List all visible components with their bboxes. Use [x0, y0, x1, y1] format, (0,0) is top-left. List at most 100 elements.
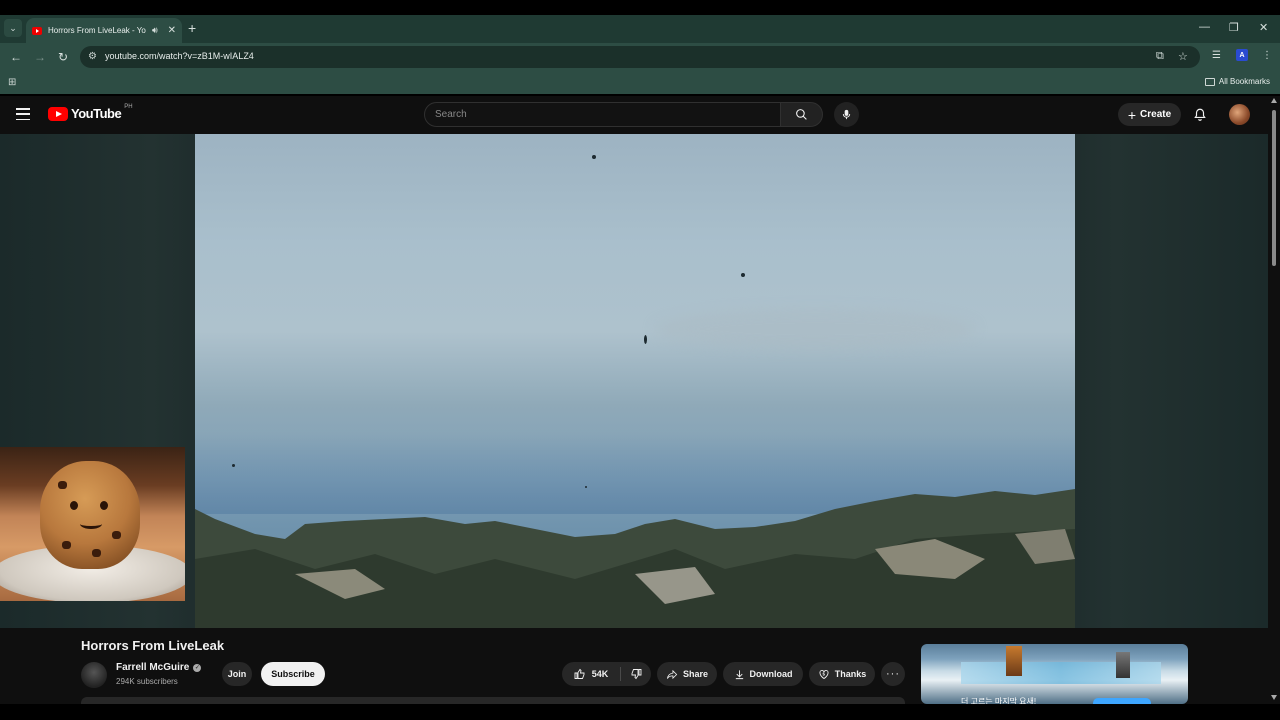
download-label: Download	[749, 669, 793, 679]
hamburger-icon[interactable]	[16, 108, 30, 120]
subscribe-button[interactable]: Subscribe	[261, 662, 325, 686]
video-frame-hills	[195, 489, 1075, 628]
share-label: Share	[682, 669, 708, 679]
audio-icon[interactable]: 🔊︎	[152, 25, 158, 36]
reload-icon[interactable]: ↻	[58, 50, 68, 64]
dislike-button[interactable]	[621, 662, 651, 686]
screen-top-edge	[0, 0, 1280, 15]
restore-icon[interactable]: ❐	[1229, 21, 1239, 34]
share-icon	[666, 669, 678, 679]
like-icon	[574, 668, 585, 679]
youtube-masthead: YouTube PH + Create	[0, 96, 1268, 134]
video-title: Horrors From LiveLeak	[81, 638, 225, 653]
cookie-chip	[58, 481, 67, 489]
minimize-icon[interactable]: —	[1199, 21, 1210, 33]
subscriber-count: 294K subscribers	[116, 677, 178, 686]
youtube-logo[interactable]: YouTube PH	[48, 103, 133, 121]
search-box	[424, 102, 781, 127]
site-info-icon[interactable]: ⚙︎	[88, 51, 100, 63]
download-button[interactable]: Download	[723, 662, 803, 686]
search-input[interactable]	[425, 103, 780, 126]
bell-icon[interactable]	[1193, 107, 1207, 127]
install-icon[interactable]: ⧉	[1156, 50, 1164, 63]
mic-icon	[842, 109, 851, 120]
folder-icon	[1204, 77, 1215, 86]
search-icon	[796, 109, 807, 120]
extension-icon[interactable]: A	[1236, 49, 1248, 61]
cookie-chip	[112, 531, 121, 539]
all-bookmarks-button[interactable]: All Bookmarks	[1204, 77, 1270, 86]
video-frame-haze	[655, 309, 975, 349]
cookie-chip	[92, 549, 101, 557]
cookie-mouth	[80, 519, 102, 529]
star-icon[interactable]: ☆	[1178, 50, 1188, 63]
omnibox[interactable]: ⚙︎ youtube.com/watch?v=zB1M-wIALZ4 ⧉ ☆	[80, 46, 1200, 68]
video-speck	[741, 273, 745, 277]
cookie-character-image	[40, 461, 140, 569]
close-icon[interactable]: ✕	[168, 25, 176, 36]
voice-search-button[interactable]	[834, 102, 859, 127]
new-tab-plus-icon[interactable]: +	[188, 20, 196, 36]
ad-image-tower	[1006, 646, 1022, 676]
thanks-icon: $	[819, 670, 829, 680]
apps-icon[interactable]: ⊞	[8, 77, 16, 88]
page-scrollbar[interactable]	[1268, 96, 1280, 704]
video-player[interactable]	[195, 134, 1075, 628]
cookie-eye	[70, 501, 78, 510]
browser-tab[interactable]: Horrors From LiveLeak - YouTube 🔊︎ ✕	[26, 18, 182, 43]
bookmarks-bar: ⊞ All Bookmarks	[0, 72, 1280, 94]
like-button[interactable]: 54K	[562, 662, 620, 686]
tab-list-icon[interactable]: ⌄	[4, 19, 22, 37]
screen-bottom-edge	[0, 704, 1280, 720]
create-label: Create	[1140, 109, 1172, 120]
cookie-eye	[100, 501, 108, 510]
address-toolbar: ← → ↻ ⚙︎ youtube.com/watch?v=zB1M-wIALZ4…	[0, 43, 1280, 72]
kebab-icon[interactable]: ⋮	[1262, 50, 1272, 61]
video-details: Horrors From LiveLeak Farrell McGuire ✓ …	[0, 628, 1268, 705]
all-bookmarks-label: All Bookmarks	[1218, 77, 1270, 86]
player-stage	[0, 134, 1268, 628]
country-code: PH	[124, 103, 133, 110]
search-button[interactable]	[780, 102, 823, 127]
dislike-icon	[631, 669, 642, 680]
share-button[interactable]: Share	[657, 662, 717, 686]
ad-image-ice	[961, 662, 1161, 684]
youtube-play-icon	[48, 106, 68, 121]
thanks-label: Thanks	[834, 669, 867, 679]
reading-list-icon[interactable]: ☰	[1212, 50, 1221, 61]
url-text[interactable]: youtube.com/watch?v=zB1M-wIALZ4	[105, 51, 254, 61]
video-speck	[592, 155, 596, 159]
window-close-icon[interactable]: ✕	[1259, 21, 1268, 34]
like-dislike-group: 54K	[562, 662, 651, 686]
tab-title: Horrors From LiveLeak - YouTube	[48, 26, 146, 35]
sidebar-ad-thumbnail[interactable]: 더 고르는 마지막 요새!	[921, 644, 1188, 704]
channel-name-link[interactable]: Farrell McGuire ✓	[116, 662, 202, 673]
channel-name: Farrell McGuire	[116, 662, 190, 673]
logo-text: YouTube	[71, 106, 122, 121]
cookie-chip	[62, 541, 71, 549]
thanks-button[interactable]: $ Thanks	[809, 662, 875, 686]
join-button[interactable]: Join	[222, 662, 252, 686]
channel-avatar[interactable]	[81, 662, 107, 688]
picture-in-picture-overlay	[0, 447, 185, 601]
verified-icon: ✓	[193, 663, 202, 672]
like-count: 54K	[591, 669, 609, 679]
forward-icon[interactable]: →	[34, 50, 46, 64]
scroll-down-icon[interactable]	[1271, 695, 1277, 700]
video-speck	[585, 486, 587, 488]
svg-text:$: $	[822, 672, 825, 677]
scroll-thumb[interactable]	[1272, 110, 1276, 266]
back-icon[interactable]: ←	[10, 50, 22, 64]
ad-caption: 더 고르는 마지막 요새!	[961, 697, 1037, 704]
create-button[interactable]: + Create	[1118, 103, 1181, 126]
account-avatar[interactable]	[1229, 104, 1250, 125]
video-speck	[232, 464, 235, 467]
tab-strip: ⌄ Horrors From LiveLeak - YouTube 🔊︎ ✕ +…	[0, 15, 1280, 43]
plus-icon: +	[1127, 106, 1137, 123]
more-icon[interactable]: ···	[881, 662, 905, 686]
ad-image-tower	[1116, 652, 1130, 678]
download-icon	[735, 669, 743, 679]
youtube-favicon-icon	[32, 26, 42, 35]
scroll-up-icon[interactable]	[1271, 98, 1277, 103]
video-speck	[644, 335, 647, 344]
